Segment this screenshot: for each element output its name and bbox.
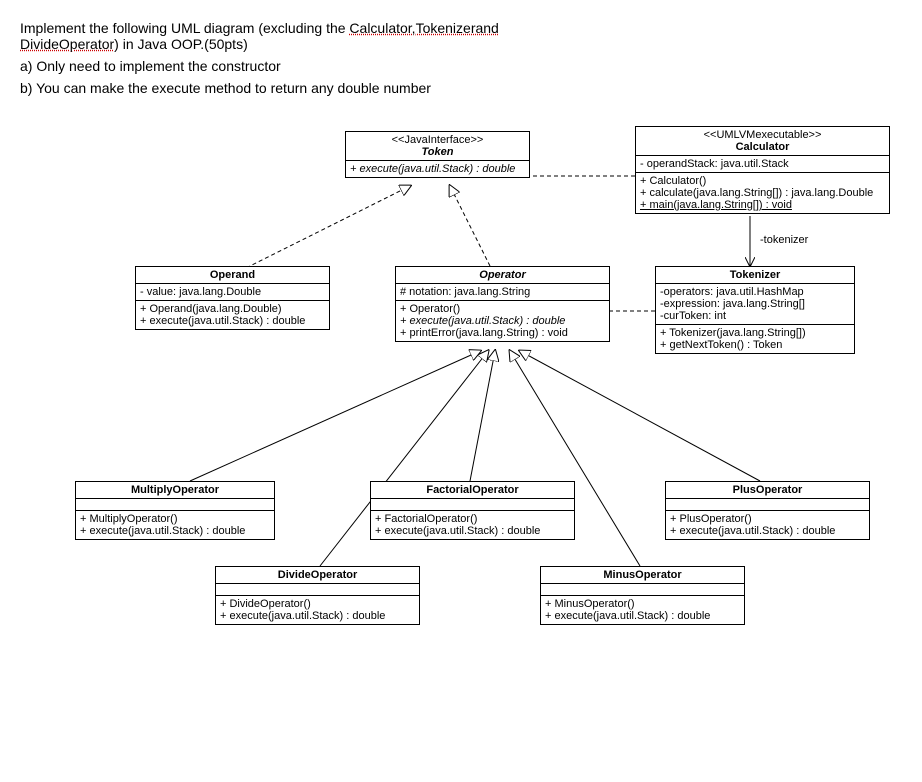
calc-m2: + calculate(java.lang.String[]) : java.l… (640, 187, 885, 199)
class-tokenizer: Tokenizer -operators: java.util.HashMap … (655, 266, 855, 354)
instruction-a: a) Only need to implement the constructo… (20, 58, 902, 74)
class-operand: Operand - value: java.lang.Double + Oper… (135, 266, 330, 330)
operator-m3: + printError(java.lang.String) : void (400, 327, 605, 339)
class-calculator: <<UMLVMexecutable>> Calculator - operand… (635, 126, 890, 214)
operand-m2: + execute(java.util.Stack) : double (140, 315, 325, 327)
instruction-line-1: Implement the following UML diagram (exc… (20, 20, 902, 36)
operand-attrs: - value: java.lang.Double (136, 284, 329, 301)
instruction-b: b) You can make the execute method to re… (20, 80, 902, 96)
instructions-block: Implement the following UML diagram (exc… (20, 20, 902, 52)
tokenizer-name: Tokenizer (656, 267, 854, 284)
class-plus: PlusOperator + PlusOperator() + execute(… (665, 481, 870, 540)
tokenizer-m2: + getNextToken() : Token (660, 339, 850, 351)
plus-m1: + PlusOperator() (670, 513, 865, 525)
minus-m2: + execute(java.util.Stack) : double (545, 610, 740, 622)
instr-2a: DivideOperator (20, 36, 114, 52)
calc-m1: + Calculator() (640, 175, 885, 187)
tokenizer-a1: -operators: java.util.HashMap (660, 286, 850, 298)
instruction-line-2: DivideOperator) in Java OOP.(50pts) (20, 36, 902, 52)
multiply-m1: + MultiplyOperator() (80, 513, 270, 525)
class-token: <<JavaInterface>> Token + execute(java.u… (345, 131, 530, 178)
multiply-m2: + execute(java.util.Stack) : double (80, 525, 270, 537)
class-divide: DivideOperator + DivideOperator() + exec… (215, 566, 420, 625)
uml-diagram: <<JavaInterface>> Token + execute(java.u… (20, 126, 902, 686)
token-stereo: <<JavaInterface>> (350, 134, 525, 146)
operator-name: Operator (396, 267, 609, 284)
tokenizer-assoc-label: -tokenizer (760, 234, 808, 246)
plus-name: PlusOperator (666, 482, 869, 499)
plus-m2: + execute(java.util.Stack) : double (670, 525, 865, 537)
tokenizer-m1: + Tokenizer(java.lang.String[]) (660, 327, 850, 339)
tokenizer-a3: -curToken: int (660, 310, 850, 322)
multiply-name: MultiplyOperator (76, 482, 274, 499)
operand-name: Operand (136, 267, 329, 284)
class-multiply: MultiplyOperator + MultiplyOperator() + … (75, 481, 275, 540)
class-minus: MinusOperator + MinusOperator() + execut… (540, 566, 745, 625)
divide-name: DivideOperator (216, 567, 419, 584)
factorial-name: FactorialOperator (371, 482, 574, 499)
instr-1a: Implement the following UML diagram (exc… (20, 20, 349, 36)
operator-attrs: # notation: java.lang.String (396, 284, 609, 301)
class-operator: Operator # notation: java.lang.String + … (395, 266, 610, 342)
operator-m2: + execute(java.util.Stack) : double (400, 315, 605, 327)
divide-m1: + DivideOperator() (220, 598, 415, 610)
operator-m1: + Operator() (400, 303, 605, 315)
token-methods: + execute(java.util.Stack) : double (346, 161, 529, 177)
calc-attrs: - operandStack: java.util.Stack (636, 156, 889, 173)
minus-m1: + MinusOperator() (545, 598, 740, 610)
tokenizer-a2: -expression: java.lang.String[] (660, 298, 850, 310)
factorial-m1: + FactorialOperator() (375, 513, 570, 525)
instr-1b: Calculator,Tokenizerand (349, 20, 498, 36)
instr-2b: ) in Java OOP.(50pts) (114, 36, 248, 52)
token-name: Token (350, 146, 525, 158)
calc-stereo: <<UMLVMexecutable>> (640, 129, 885, 141)
factorial-m2: + execute(java.util.Stack) : double (375, 525, 570, 537)
operand-m1: + Operand(java.lang.Double) (140, 303, 325, 315)
divide-m2: + execute(java.util.Stack) : double (220, 610, 415, 622)
calc-m3: + main(java.lang.String[]) : void (640, 199, 885, 211)
class-factorial: FactorialOperator + FactorialOperator() … (370, 481, 575, 540)
calc-name: Calculator (640, 141, 885, 153)
minus-name: MinusOperator (541, 567, 744, 584)
